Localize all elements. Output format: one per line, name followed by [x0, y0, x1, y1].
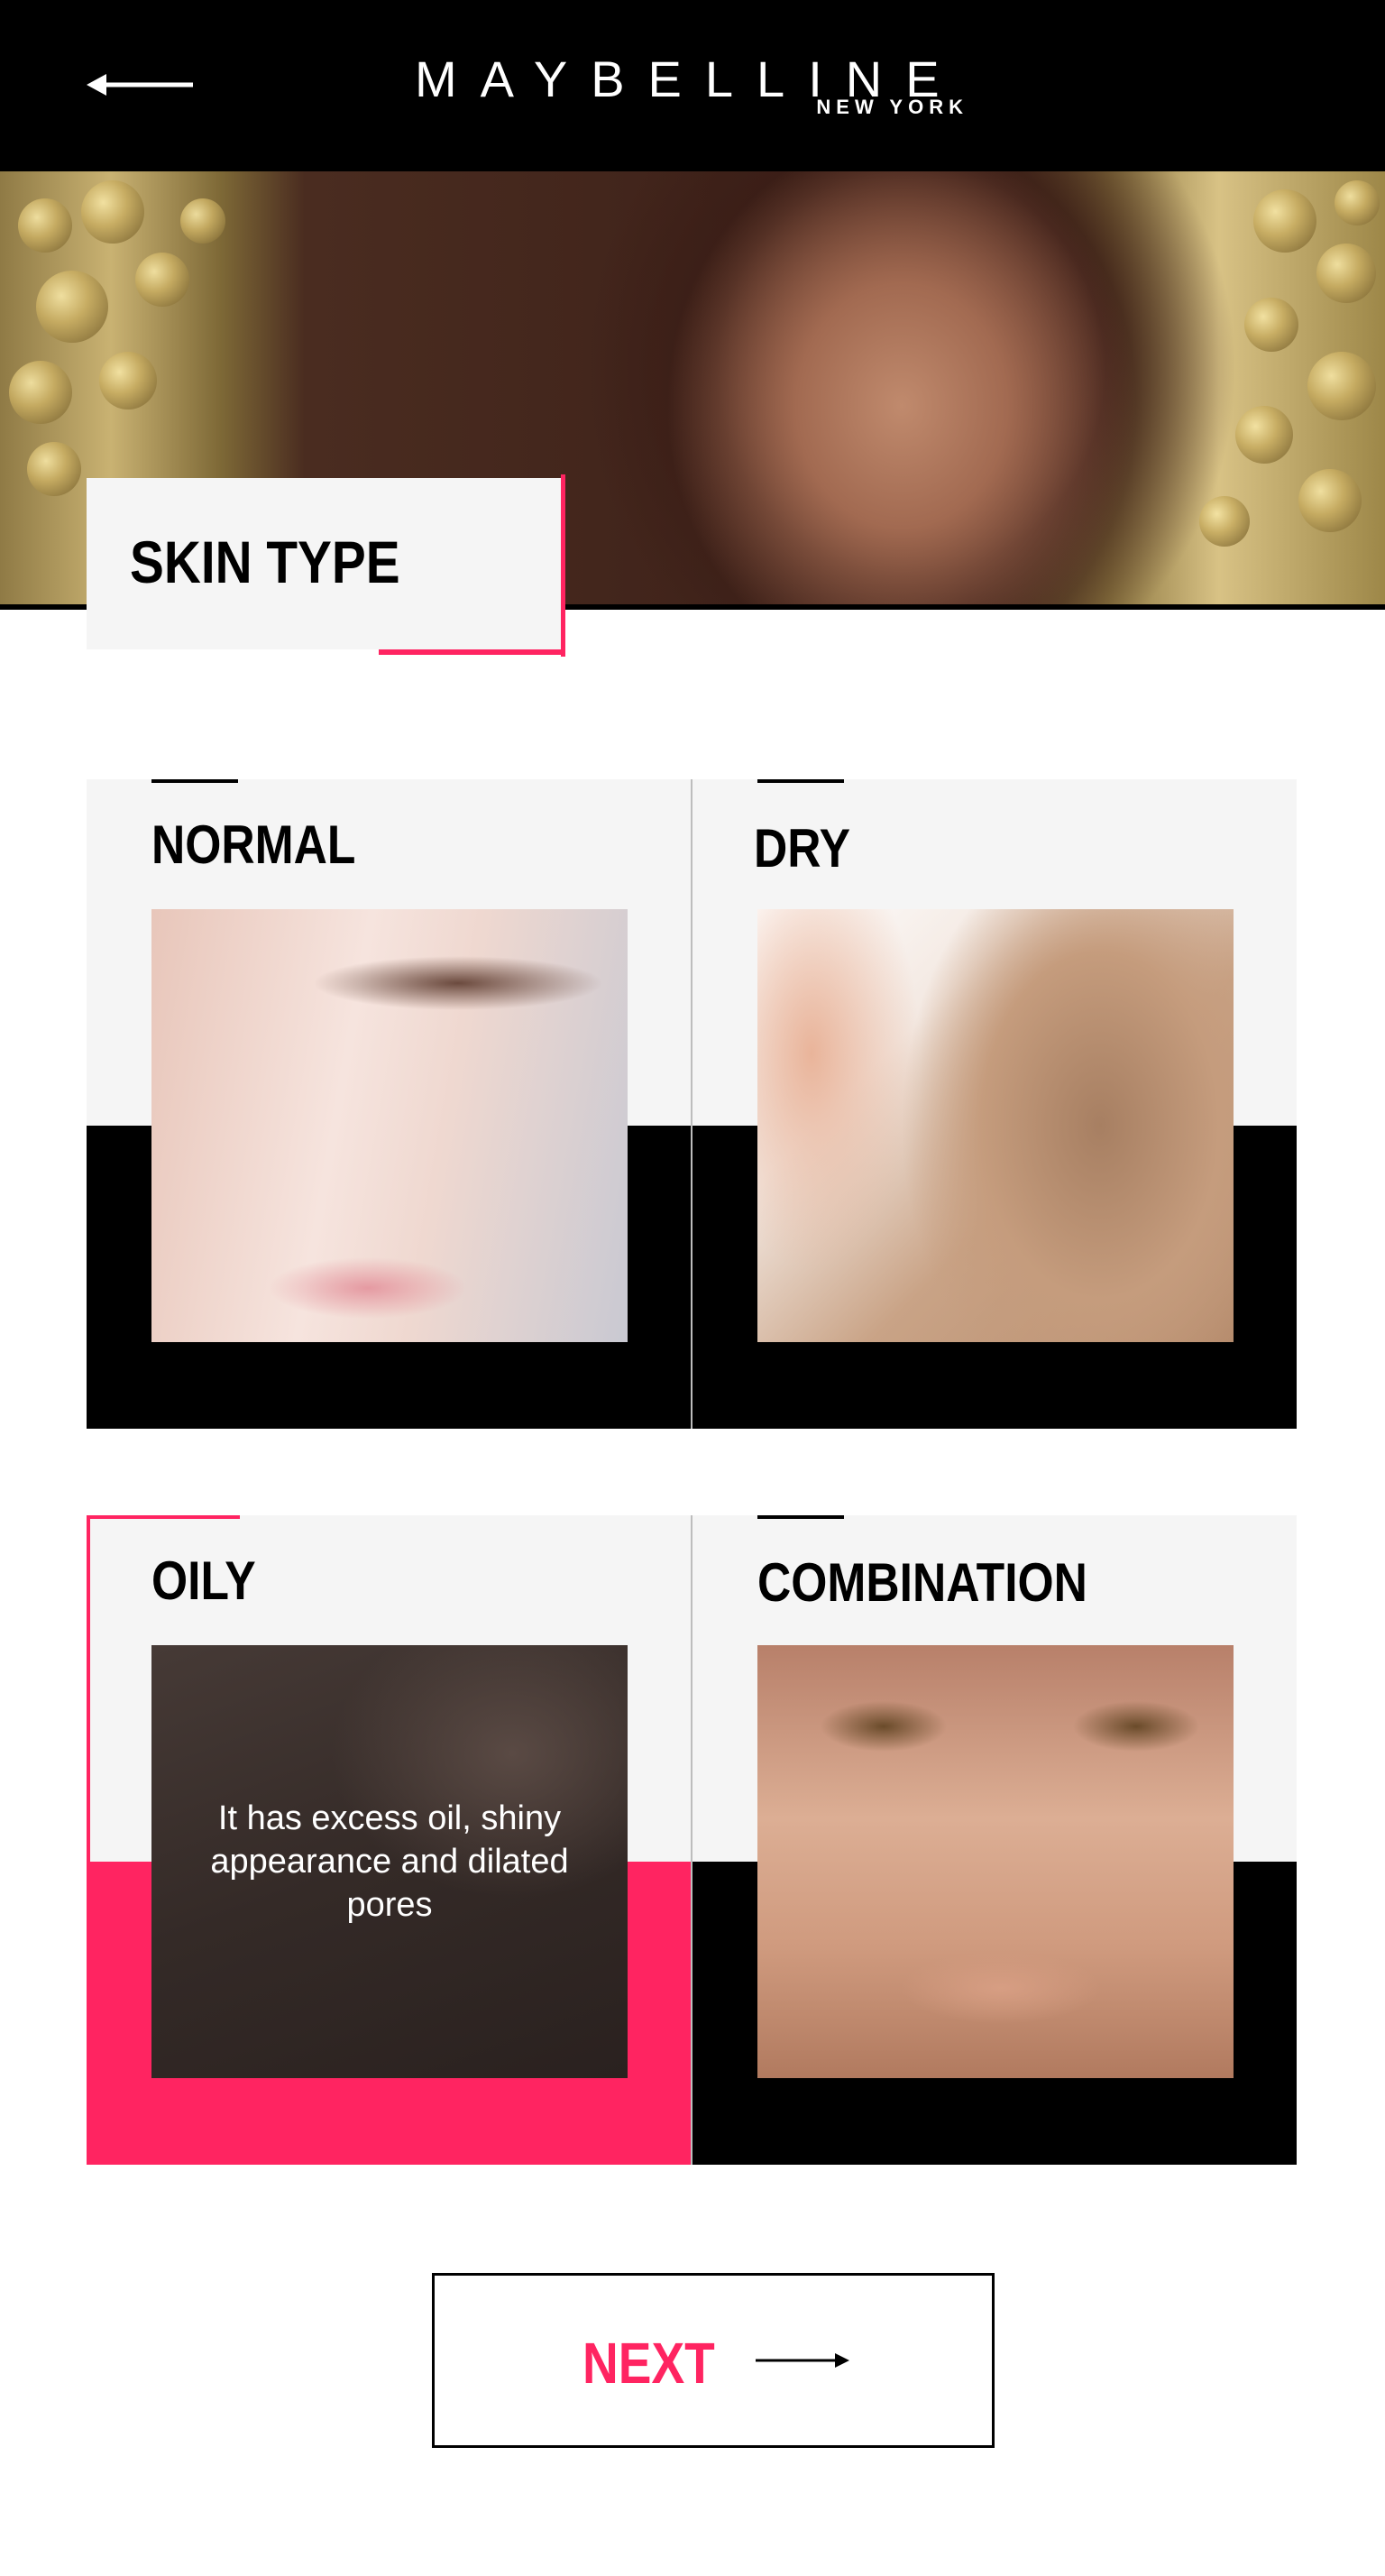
- card-photo: It has excess oil, shiny appearance and …: [151, 1645, 628, 2078]
- brand-logo: MAYBELLINE NEW YORK: [415, 54, 974, 123]
- back-button[interactable]: [87, 65, 195, 105]
- brand-subtitle: NEW YORK: [816, 96, 968, 118]
- card-divider: [691, 1515, 692, 2165]
- card-label: DRY: [754, 818, 851, 879]
- card-accent: [757, 1515, 844, 1519]
- selection-accent: [87, 1515, 90, 1862]
- card-photo: [757, 1645, 1234, 2078]
- card-accent: [757, 779, 844, 783]
- arrow-left-icon: [87, 74, 193, 96]
- card-accent: [151, 779, 238, 783]
- selection-accent: [87, 1515, 240, 1519]
- card-description: It has excess oil, shiny appearance and …: [210, 1799, 569, 1925]
- skin-type-card-normal[interactable]: NORMAL: [87, 779, 691, 1429]
- app-header: MAYBELLINE NEW YORK: [0, 0, 1385, 171]
- skin-type-card-oily[interactable]: OILY It has excess oil, shiny appearance…: [87, 1515, 691, 2165]
- card-label: OILY: [151, 1550, 256, 1611]
- title-accent: [379, 649, 565, 655]
- arrow-right-icon: [756, 2353, 849, 2368]
- next-button-label: NEXT: [582, 2331, 715, 2396]
- page-title: SKIN TYPE: [130, 529, 400, 595]
- card-photo: [757, 909, 1234, 1342]
- skin-type-card-dry[interactable]: DRY: [692, 779, 1297, 1429]
- card-label: COMBINATION: [757, 1552, 1087, 1613]
- next-button[interactable]: NEXT: [432, 2273, 995, 2448]
- skin-type-card-combination[interactable]: COMBINATION: [692, 1515, 1297, 2165]
- card-divider: [691, 779, 692, 1429]
- title-accent: [561, 474, 565, 657]
- card-label: NORMAL: [151, 814, 356, 875]
- card-photo: [151, 909, 628, 1342]
